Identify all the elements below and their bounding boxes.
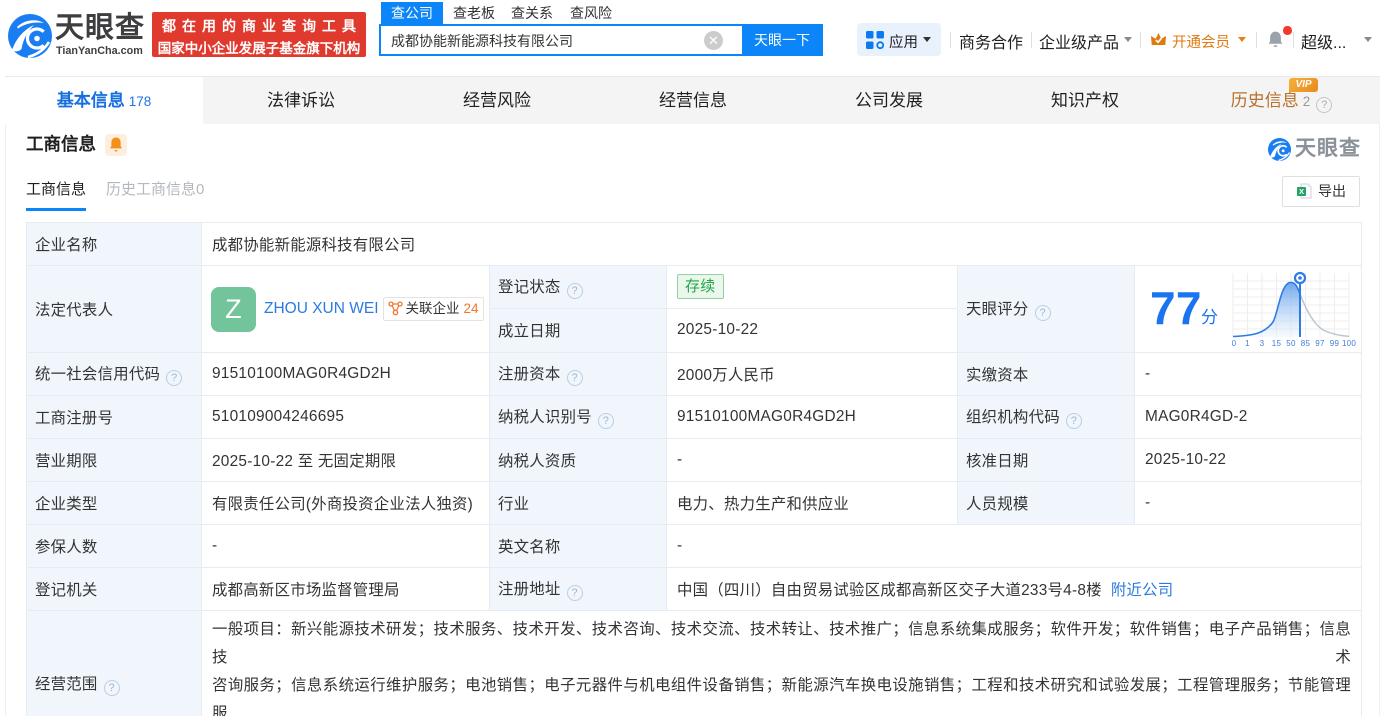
svg-text:50: 50 (1286, 339, 1296, 348)
svg-text:100: 100 (1342, 339, 1356, 348)
svg-text:85: 85 (1301, 339, 1311, 348)
svg-text:3: 3 (1260, 339, 1265, 348)
svg-text:X: X (1299, 187, 1304, 196)
svg-text:99: 99 (1330, 339, 1340, 348)
svg-text:1: 1 (1245, 339, 1250, 348)
svg-text:15: 15 (1272, 339, 1282, 348)
svg-text:0: 0 (1232, 339, 1237, 348)
svg-text:97: 97 (1315, 339, 1325, 348)
